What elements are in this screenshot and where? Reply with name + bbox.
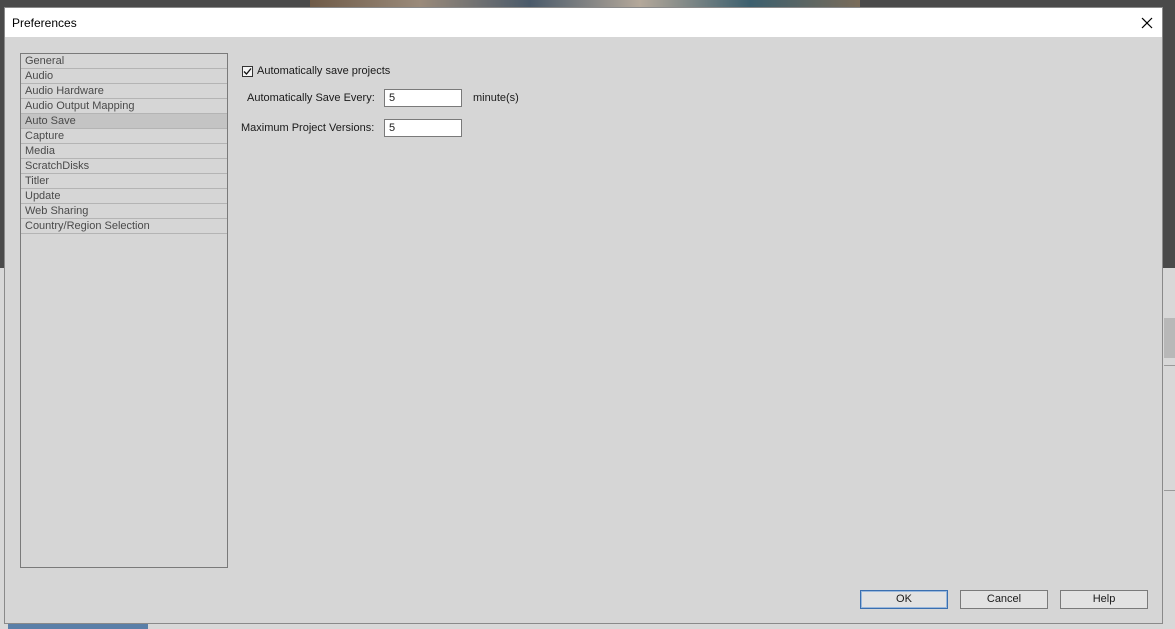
category-item-audio-output-mapping[interactable]: Audio Output Mapping	[21, 99, 227, 114]
category-item-capture[interactable]: Capture	[21, 129, 227, 144]
ok-button[interactable]: OK	[860, 590, 948, 609]
save-every-unit: minute(s)	[473, 92, 519, 104]
dialog-title: Preferences	[12, 16, 77, 30]
category-item-titler[interactable]: Titler	[21, 174, 227, 189]
category-item-audio[interactable]: Audio	[21, 69, 227, 84]
category-item-auto-save[interactable]: Auto Save	[21, 114, 227, 129]
category-item-audio-hardware[interactable]: Audio Hardware	[21, 84, 227, 99]
category-item-update[interactable]: Update	[21, 189, 227, 204]
background-divider	[1164, 490, 1175, 491]
auto-save-checkbox-row[interactable]: Automatically save projects	[242, 64, 390, 78]
save-every-label: Automatically Save Every:	[247, 92, 375, 104]
dialog-titlebar[interactable]: Preferences	[5, 8, 1162, 37]
category-item-media[interactable]: Media	[21, 144, 227, 159]
max-versions-input[interactable]	[384, 119, 462, 137]
checkmark-icon	[243, 67, 252, 75]
max-versions-label: Maximum Project Versions:	[241, 122, 375, 134]
save-every-input[interactable]	[384, 89, 462, 107]
auto-save-checkbox[interactable]	[242, 65, 253, 77]
category-item-web-sharing[interactable]: Web Sharing	[21, 204, 227, 219]
category-list: General Audio Audio Hardware Audio Output M…	[20, 53, 228, 568]
category-item-general[interactable]: General	[21, 54, 227, 69]
help-button[interactable]: Help	[1060, 590, 1148, 609]
close-icon	[1141, 17, 1153, 28]
background-divider	[1164, 365, 1175, 366]
background-panel-tab	[1164, 318, 1175, 358]
preferences-dialog: Preferences General Audio Audio Hardware Au…	[4, 7, 1163, 624]
cancel-button[interactable]: Cancel	[960, 590, 1048, 609]
auto-save-checkbox-label[interactable]: Automatically save projects	[257, 65, 390, 77]
category-item-scratchdisks[interactable]: ScratchDisks	[21, 159, 227, 174]
close-button[interactable]	[1132, 8, 1162, 37]
category-item-country-region-selection[interactable]: Country/Region Selection	[21, 219, 227, 234]
